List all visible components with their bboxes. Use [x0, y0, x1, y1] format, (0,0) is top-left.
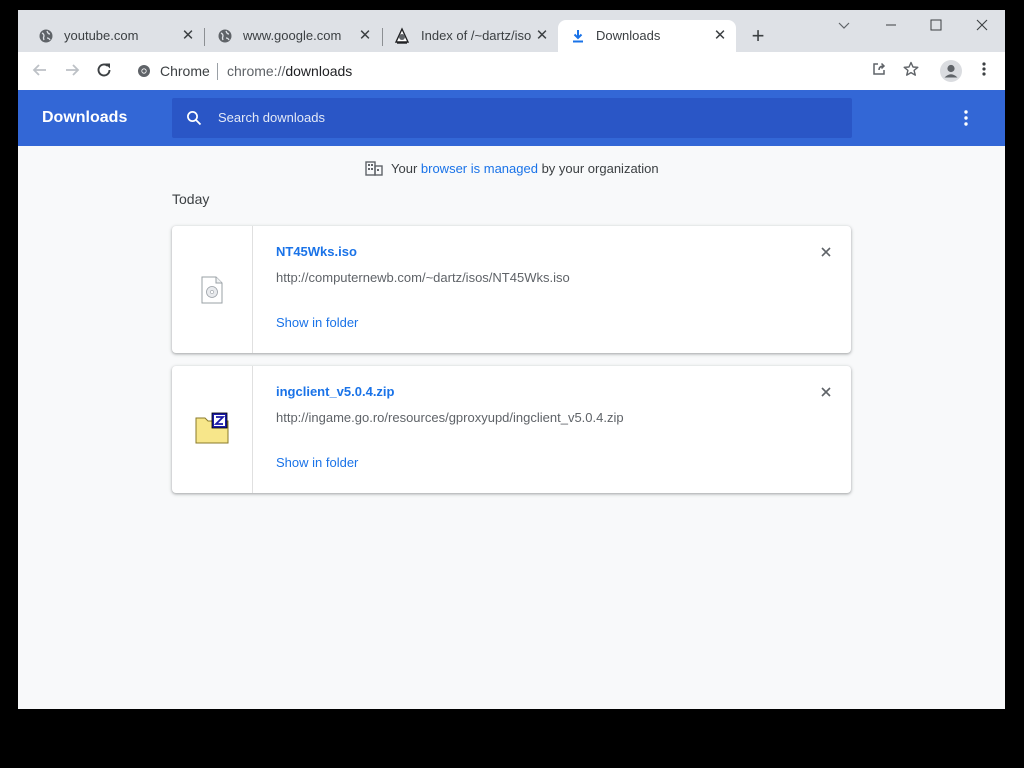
- file-icon-column: [172, 366, 253, 493]
- directory-icon: [393, 27, 410, 44]
- page-title: Downloads: [42, 109, 128, 126]
- tab-google[interactable]: www.google.com ✕: [205, 20, 382, 52]
- search-downloads-input[interactable]: Search downloads: [172, 98, 852, 138]
- download-filename-link[interactable]: ingclient_v5.0.4.zip: [276, 384, 395, 399]
- url-scheme: chrome://: [227, 63, 286, 79]
- new-tab-button[interactable]: +: [748, 25, 768, 47]
- tab-title: Downloads: [596, 28, 661, 43]
- site-label: Chrome: [160, 63, 210, 79]
- building-icon: [365, 160, 383, 179]
- share-icon[interactable]: [869, 61, 889, 81]
- search-placeholder: Search downloads: [218, 110, 325, 125]
- download-source-url[interactable]: http://computernewb.com/~dartz/isos/NT45…: [276, 270, 570, 285]
- download-source-url[interactable]: http://ingame.go.ro/resources/gproxyupd/…: [276, 410, 624, 425]
- tab-youtube[interactable]: youtube.com ✕: [26, 20, 204, 52]
- search-icon: [186, 110, 202, 131]
- downloads-header: Downloads Search downloads: [18, 90, 1005, 146]
- remove-download-close-icon[interactable]: [818, 244, 834, 260]
- browser-window: youtube.com ✕ www.google.com ✕ Index of …: [18, 10, 1005, 709]
- browser-toolbar: Chrome chrome://downloads: [18, 52, 1005, 91]
- tab-downloads[interactable]: Downloads ✕: [558, 20, 736, 52]
- disc-image-file-icon[interactable]: [201, 276, 223, 309]
- show-in-folder-link[interactable]: Show in folder: [276, 455, 358, 470]
- tab-title: Index of /~dartz/isos: [421, 28, 531, 43]
- close-icon[interactable]: ✕: [713, 28, 727, 43]
- profile-avatar-icon[interactable]: [939, 59, 963, 83]
- show-in-folder-link[interactable]: Show in folder: [276, 315, 358, 330]
- more-actions-icon[interactable]: [962, 108, 970, 128]
- browser-managed-link[interactable]: browser is managed: [421, 161, 538, 176]
- close-icon[interactable]: ✕: [535, 28, 549, 43]
- address-bar[interactable]: Chrome chrome://downloads: [128, 57, 872, 85]
- maximize-button[interactable]: [925, 18, 947, 36]
- managed-text-prefix: Your: [391, 161, 421, 176]
- tab-title: youtube.com: [64, 28, 139, 43]
- url-text[interactable]: chrome://downloads: [227, 63, 352, 79]
- close-window-button[interactable]: [971, 18, 993, 36]
- zip-archive-file-icon[interactable]: [195, 412, 229, 449]
- download-item: NT45Wks.iso http://computernewb.com/~dar…: [172, 226, 851, 353]
- tab-strip: youtube.com ✕ www.google.com ✕ Index of …: [18, 10, 1005, 52]
- tab-search-icon[interactable]: [833, 18, 855, 36]
- tab-index-dartz[interactable]: Index of /~dartz/isos ✕: [383, 20, 557, 52]
- bookmark-star-icon[interactable]: [901, 61, 921, 81]
- reload-button[interactable]: [94, 61, 114, 81]
- close-icon[interactable]: ✕: [358, 28, 372, 43]
- globe-icon: [38, 28, 54, 44]
- minimize-button[interactable]: [880, 18, 902, 36]
- section-date-label: Today: [172, 191, 210, 207]
- forward-button[interactable]: [62, 61, 82, 81]
- tab-title: www.google.com: [243, 28, 342, 43]
- url-host: downloads: [285, 63, 353, 79]
- download-filename-link[interactable]: NT45Wks.iso: [276, 244, 357, 259]
- close-icon[interactable]: ✕: [181, 28, 195, 43]
- managed-notice: Your browser is managed by your organiza…: [365, 160, 659, 179]
- back-button[interactable]: [30, 61, 50, 81]
- remove-download-close-icon[interactable]: [818, 384, 834, 400]
- globe-icon: [217, 28, 233, 44]
- download-icon: [570, 28, 586, 44]
- screen-border: [0, 709, 1024, 768]
- chrome-menu-icon[interactable]: [974, 61, 994, 81]
- download-item: ingclient_v5.0.4.zip http://ingame.go.ro…: [172, 366, 851, 493]
- managed-text-suffix: by your organization: [537, 161, 659, 176]
- divider: [217, 63, 218, 80]
- chrome-logo-icon: [137, 64, 151, 83]
- file-icon-column: [172, 226, 253, 353]
